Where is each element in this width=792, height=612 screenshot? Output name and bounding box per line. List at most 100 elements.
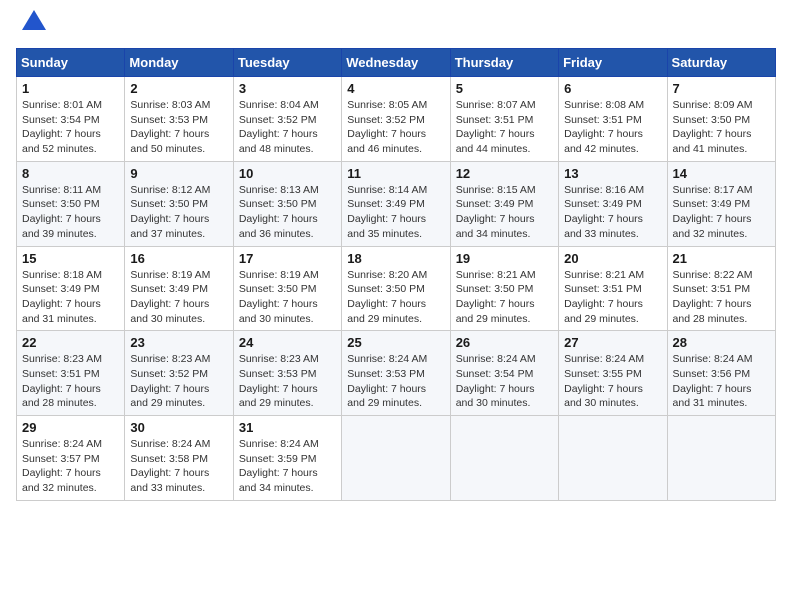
page-header [16,16,776,36]
day-number: 15 [22,251,119,266]
header-tuesday: Tuesday [233,49,341,77]
day-number: 26 [456,335,553,350]
day-number: 11 [347,166,444,181]
day-number: 13 [564,166,661,181]
day-info: Sunrise: 8:22 AMSunset: 3:51 PMDaylight:… [673,268,770,327]
calendar-cell: 8Sunrise: 8:11 AMSunset: 3:50 PMDaylight… [17,161,125,246]
day-number: 22 [22,335,119,350]
day-number: 10 [239,166,336,181]
calendar-cell: 4Sunrise: 8:05 AMSunset: 3:52 PMDaylight… [342,77,450,162]
day-number: 3 [239,81,336,96]
day-info: Sunrise: 8:24 AMSunset: 3:53 PMDaylight:… [347,352,444,411]
day-info: Sunrise: 8:19 AMSunset: 3:50 PMDaylight:… [239,268,336,327]
calendar-cell: 16 Sunrise: 8:19 AMSunset: 3:49 PMDayligh… [125,246,233,331]
calendar-cell: 29 Sunrise: 8:24 AMSunset: 3:57 PMDayligh… [17,416,125,501]
calendar-cell: 30 Sunrise: 8:24 AMSunset: 3:58 PMDayligh… [125,416,233,501]
calendar-cell: 1 Sunrise: 8:01 AMSunset: 3:54 PMDaylight… [17,77,125,162]
day-info: Sunrise: 8:03 AMSunset: 3:53 PMDaylight:… [130,98,227,157]
calendar-cell: 17 Sunrise: 8:19 AMSunset: 3:50 PMDayligh… [233,246,341,331]
day-info: Sunrise: 8:24 AMSunset: 3:55 PMDaylight:… [564,352,661,411]
calendar-cell: 10 Sunrise: 8:13 AMSunset: 3:50 PMDayligh… [233,161,341,246]
calendar-cell: 3 Sunrise: 8:04 AMSunset: 3:52 PMDaylight… [233,77,341,162]
day-number: 18 [347,251,444,266]
calendar-cell: 15 Sunrise: 8:18 AMSunset: 3:49 PMDayligh… [17,246,125,331]
day-number: 5 [456,81,553,96]
calendar-cell: 2 Sunrise: 8:03 AMSunset: 3:53 PMDaylight… [125,77,233,162]
day-number: 17 [239,251,336,266]
day-number: 2 [130,81,227,96]
calendar-cell [450,416,558,501]
header-wednesday: Wednesday [342,49,450,77]
calendar-cell [342,416,450,501]
day-info: Sunrise: 8:14 AMSunset: 3:49 PMDaylight:… [347,183,444,242]
day-info: Sunrise: 8:24 AMSunset: 3:57 PMDaylight:… [22,437,119,496]
header-monday: Monday [125,49,233,77]
day-number: 16 [130,251,227,266]
day-number: 6 [564,81,661,96]
calendar-cell: 28 Sunrise: 8:24 AMSunset: 3:56 PMDayligh… [667,331,775,416]
day-number: 23 [130,335,227,350]
calendar-cell: 12 Sunrise: 8:15 AMSunset: 3:49 PMDayligh… [450,161,558,246]
day-info: Sunrise: 8:23 AMSunset: 3:51 PMDaylight:… [22,352,119,411]
day-number: 12 [456,166,553,181]
header-sunday: Sunday [17,49,125,77]
week-row-4: 22 Sunrise: 8:23 AMSunset: 3:51 PMDayligh… [17,331,776,416]
day-number: 28 [673,335,770,350]
calendar-cell: 31 Sunrise: 8:24 AMSunset: 3:59 PMDayligh… [233,416,341,501]
week-row-3: 15 Sunrise: 8:18 AMSunset: 3:49 PMDayligh… [17,246,776,331]
day-info: Sunrise: 8:15 AMSunset: 3:49 PMDaylight:… [456,183,553,242]
day-number: 20 [564,251,661,266]
calendar-cell: 14 Sunrise: 8:17 AMSunset: 3:49 PMDayligh… [667,161,775,246]
day-number: 8 [22,166,119,181]
day-number: 19 [456,251,553,266]
day-info: Sunrise: 8:24 AMSunset: 3:56 PMDaylight:… [673,352,770,411]
day-info: Sunrise: 8:07 AMSunset: 3:51 PMDaylight:… [456,98,553,157]
calendar-cell [667,416,775,501]
day-number: 1 [22,81,119,96]
day-info: Sunrise: 8:19 AMSunset: 3:49 PMDaylight:… [130,268,227,327]
day-number: 7 [673,81,770,96]
week-row-5: 29 Sunrise: 8:24 AMSunset: 3:57 PMDayligh… [17,416,776,501]
day-number: 30 [130,420,227,435]
day-info: Sunrise: 8:21 AMSunset: 3:50 PMDaylight:… [456,268,553,327]
day-info: Sunrise: 8:13 AMSunset: 3:50 PMDaylight:… [239,183,336,242]
calendar-cell: 7 Sunrise: 8:09 AMSunset: 3:50 PMDaylight… [667,77,775,162]
header-saturday: Saturday [667,49,775,77]
calendar-cell: 6 Sunrise: 8:08 AMSunset: 3:51 PMDaylight… [559,77,667,162]
day-number: 24 [239,335,336,350]
day-info: Sunrise: 8:17 AMSunset: 3:49 PMDaylight:… [673,183,770,242]
logo [16,16,48,36]
day-number: 25 [347,335,444,350]
calendar-cell: 20Sunrise: 8:21 AMSunset: 3:51 PMDayligh… [559,246,667,331]
calendar-cell: 22 Sunrise: 8:23 AMSunset: 3:51 PMDayligh… [17,331,125,416]
logo-icon [20,8,48,36]
day-number: 31 [239,420,336,435]
calendar-cell: 21Sunrise: 8:22 AMSunset: 3:51 PMDayligh… [667,246,775,331]
day-info: Sunrise: 8:01 AMSunset: 3:54 PMDaylight:… [22,98,119,157]
calendar-cell: 18Sunrise: 8:20 AMSunset: 3:50 PMDayligh… [342,246,450,331]
day-number: 14 [673,166,770,181]
day-number: 9 [130,166,227,181]
calendar-cell [559,416,667,501]
day-number: 29 [22,420,119,435]
calendar-cell: 11 Sunrise: 8:14 AMSunset: 3:49 PMDayligh… [342,161,450,246]
calendar-cell: 5 Sunrise: 8:07 AMSunset: 3:51 PMDaylight… [450,77,558,162]
week-row-2: 8Sunrise: 8:11 AMSunset: 3:50 PMDaylight… [17,161,776,246]
day-info: Sunrise: 8:24 AMSunset: 3:54 PMDaylight:… [456,352,553,411]
calendar-cell: 27 Sunrise: 8:24 AMSunset: 3:55 PMDayligh… [559,331,667,416]
day-info: Sunrise: 8:09 AMSunset: 3:50 PMDaylight:… [673,98,770,157]
day-info: Sunrise: 8:08 AMSunset: 3:51 PMDaylight:… [564,98,661,157]
calendar-cell: 24 Sunrise: 8:23 AMSunset: 3:53 PMDayligh… [233,331,341,416]
day-info: Sunrise: 8:24 AMSunset: 3:58 PMDaylight:… [130,437,227,496]
calendar-cell: 23 Sunrise: 8:23 AMSunset: 3:52 PMDayligh… [125,331,233,416]
calendar-header-row: SundayMondayTuesdayWednesdayThursdayFrid… [17,49,776,77]
day-info: Sunrise: 8:23 AMSunset: 3:53 PMDaylight:… [239,352,336,411]
day-info: Sunrise: 8:23 AMSunset: 3:52 PMDaylight:… [130,352,227,411]
day-info: Sunrise: 8:24 AMSunset: 3:59 PMDaylight:… [239,437,336,496]
day-info: Sunrise: 8:05 AMSunset: 3:52 PMDaylight:… [347,98,444,157]
day-info: Sunrise: 8:04 AMSunset: 3:52 PMDaylight:… [239,98,336,157]
calendar-cell: 13 Sunrise: 8:16 AMSunset: 3:49 PMDayligh… [559,161,667,246]
day-number: 27 [564,335,661,350]
day-info: Sunrise: 8:18 AMSunset: 3:49 PMDaylight:… [22,268,119,327]
day-info: Sunrise: 8:16 AMSunset: 3:49 PMDaylight:… [564,183,661,242]
